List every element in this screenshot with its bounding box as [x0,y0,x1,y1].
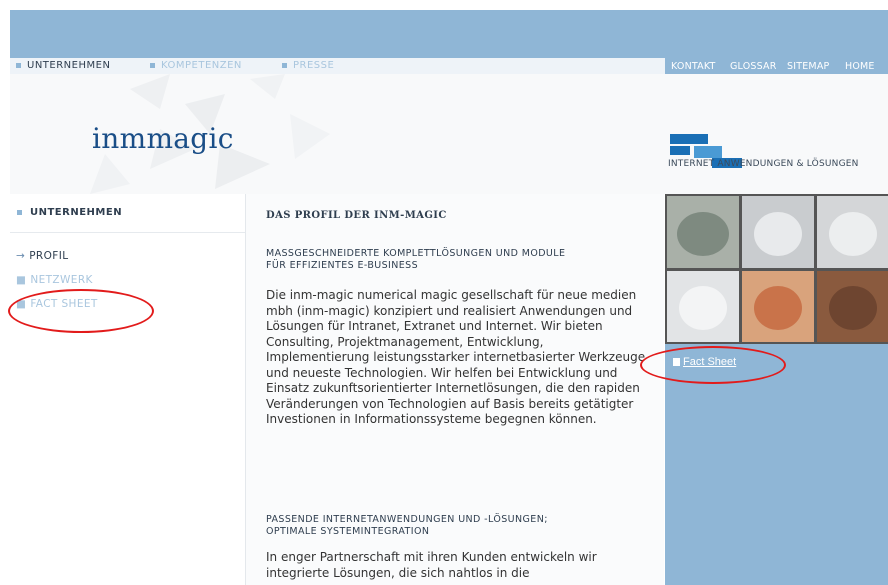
document-icon [673,358,680,367]
sidebar-heading-label: UNTERNEHMEN [30,207,123,218]
nav-home[interactable]: HOME [845,61,875,72]
nav-unternehmen-label: UNTERNEHMEN [27,60,111,71]
nav-bullet-icon [16,62,21,68]
arrow-right-icon: → [16,250,26,262]
nav-bullet-icon [150,62,155,68]
nav-bullet-icon [282,62,287,68]
bullet-icon: ■ [16,298,27,310]
main-nav: UNTERNEHMEN KOMPETENZEN PRESSE [10,58,665,74]
sidebar-item-fact-sheet[interactable]: ■ FACT SHEET [16,298,98,310]
nav-unternehmen[interactable]: UNTERNEHMEN [16,60,110,71]
section-text: Die inm-magic numerical magic gesellscha… [266,288,646,426]
page: UNTERNEHMEN KOMPETENZEN PRESSE KONTAKT G… [0,0,888,585]
sidebar-item-profil[interactable]: → PROFIL [16,250,68,262]
nav-kompetenzen[interactable]: KOMPETENZEN [150,60,242,71]
sidebar: UNTERNEHMEN → PROFIL ■ NETZWERK ■ FACT SHEE… [10,194,246,585]
nav-kompetenzen-label: KOMPETENZEN [161,60,242,71]
page-title: DAS PROFIL DER INM-MAGIC [266,210,447,221]
section-text: In enger Partnerschaft mit ihren Kunden … [266,550,597,580]
sidebar-item-label: PROFIL [29,250,69,262]
sidebar-item-label: FACT SHEET [30,298,98,310]
sidebar-bullet-icon [17,210,22,215]
tagline: INTERNET ANWENDUNGEN & LÖSUNGEN [668,159,859,169]
section-heading: PASSENDE INTERNETANWENDUNGEN UND -LÖSUNG… [266,514,548,537]
top-banner [10,10,888,58]
nav-glossar[interactable]: GLOSSAR [730,61,777,72]
nav-sitemap[interactable]: SITEMAP [787,61,829,72]
right-column: Fact Sheet [665,194,888,585]
utility-nav: KONTAKT GLOSSAR SITEMAP HOME [665,58,888,74]
fact-sheet-label: Fact Sheet [683,356,737,368]
section-heading: MASSGESCHNEIDERTE KOMPLETTLÖSUNGEN UND M… [266,248,566,271]
fact-sheet-link[interactable]: Fact Sheet [673,356,736,368]
nav-presse[interactable]: PRESSE [282,60,334,71]
divider [10,232,245,233]
armchair-image-grid [665,194,888,344]
sidebar-item-label: NETZWERK [30,274,93,286]
logo-icon[interactable] [668,132,888,177]
logo-wordmark[interactable]: inmmagic [92,122,234,155]
nav-kontakt[interactable]: KONTAKT [671,61,716,72]
nav-presse-label: PRESSE [293,60,335,71]
header: inmmagic INTERNET ANWENDUNGEN & LÖSUNGEN [10,74,888,194]
bullet-icon: ■ [16,274,27,286]
main-content: DAS PROFIL DER INM-MAGIC MASSGESCHNEIDER… [246,194,664,585]
sidebar-item-netzwerk[interactable]: ■ NETZWERK [16,274,93,286]
sidebar-heading: UNTERNEHMEN [10,204,245,232]
